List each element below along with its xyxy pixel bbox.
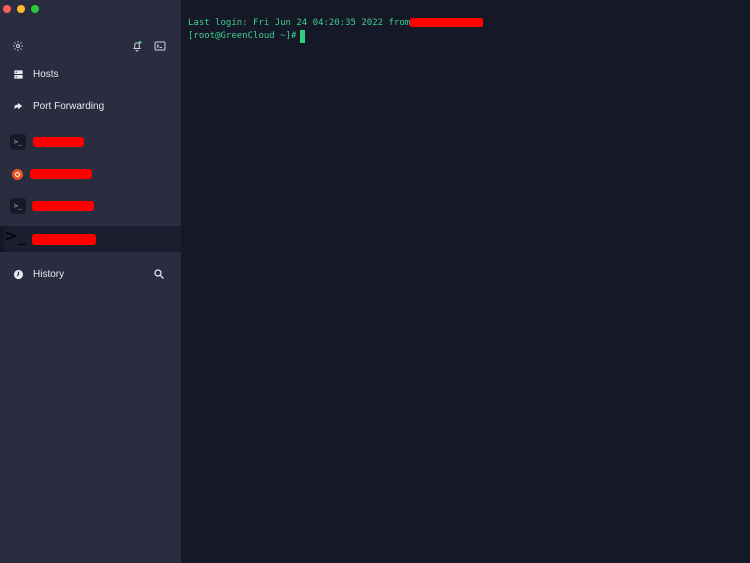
gear-icon[interactable] (11, 39, 25, 53)
session-item[interactable] (0, 161, 181, 187)
search-icon[interactable] (153, 268, 165, 280)
terminal-output-line: Last login: Fri Jun 24 04:20:35 2022 fro… (188, 18, 411, 28)
redacted-session-name (32, 234, 96, 245)
sidebar-item-port-forwarding[interactable]: Port Forwarding (0, 92, 181, 120)
sidebar-item-label: Hosts (33, 68, 59, 80)
terminal-icon: >_ (10, 134, 26, 150)
server-icon (12, 68, 24, 80)
maximize-window-button[interactable] (31, 5, 39, 13)
session-item[interactable]: >_ (0, 193, 181, 219)
redacted-ip (410, 18, 483, 27)
session-item-active[interactable]: >_ (4, 226, 181, 252)
terminal-prompt: [root@GreenCloud ~]# (188, 31, 297, 41)
redacted-session-name (30, 169, 92, 179)
arrow-right-icon (12, 100, 24, 112)
terminal-cursor (300, 30, 305, 43)
clock-icon (12, 268, 24, 280)
sidebar-item-hosts[interactable]: Hosts (0, 60, 181, 88)
terminal-icon: >_ (10, 198, 26, 214)
sidebar-item-label: History (33, 268, 65, 280)
ubuntu-icon (12, 169, 23, 180)
sidebar-item-history[interactable]: History (0, 260, 181, 288)
session-item[interactable]: >_ (0, 129, 181, 155)
close-window-button[interactable] (3, 5, 11, 13)
window-controls (3, 5, 39, 13)
redacted-session-name (33, 137, 84, 147)
sidebar-item-label: Port Forwarding (33, 100, 105, 112)
sidebar: Hosts Port Forwarding >_ >_ >_ History (0, 0, 181, 563)
minimize-window-button[interactable] (17, 5, 25, 13)
terminal-icon[interactable] (153, 39, 167, 53)
redacted-session-name (32, 201, 94, 211)
terminal-icon: >_ (4, 226, 26, 245)
bell-icon[interactable] (130, 39, 144, 53)
terminal-pane[interactable]: Last login: Fri Jun 24 04:20:35 2022 fro… (181, 0, 750, 563)
